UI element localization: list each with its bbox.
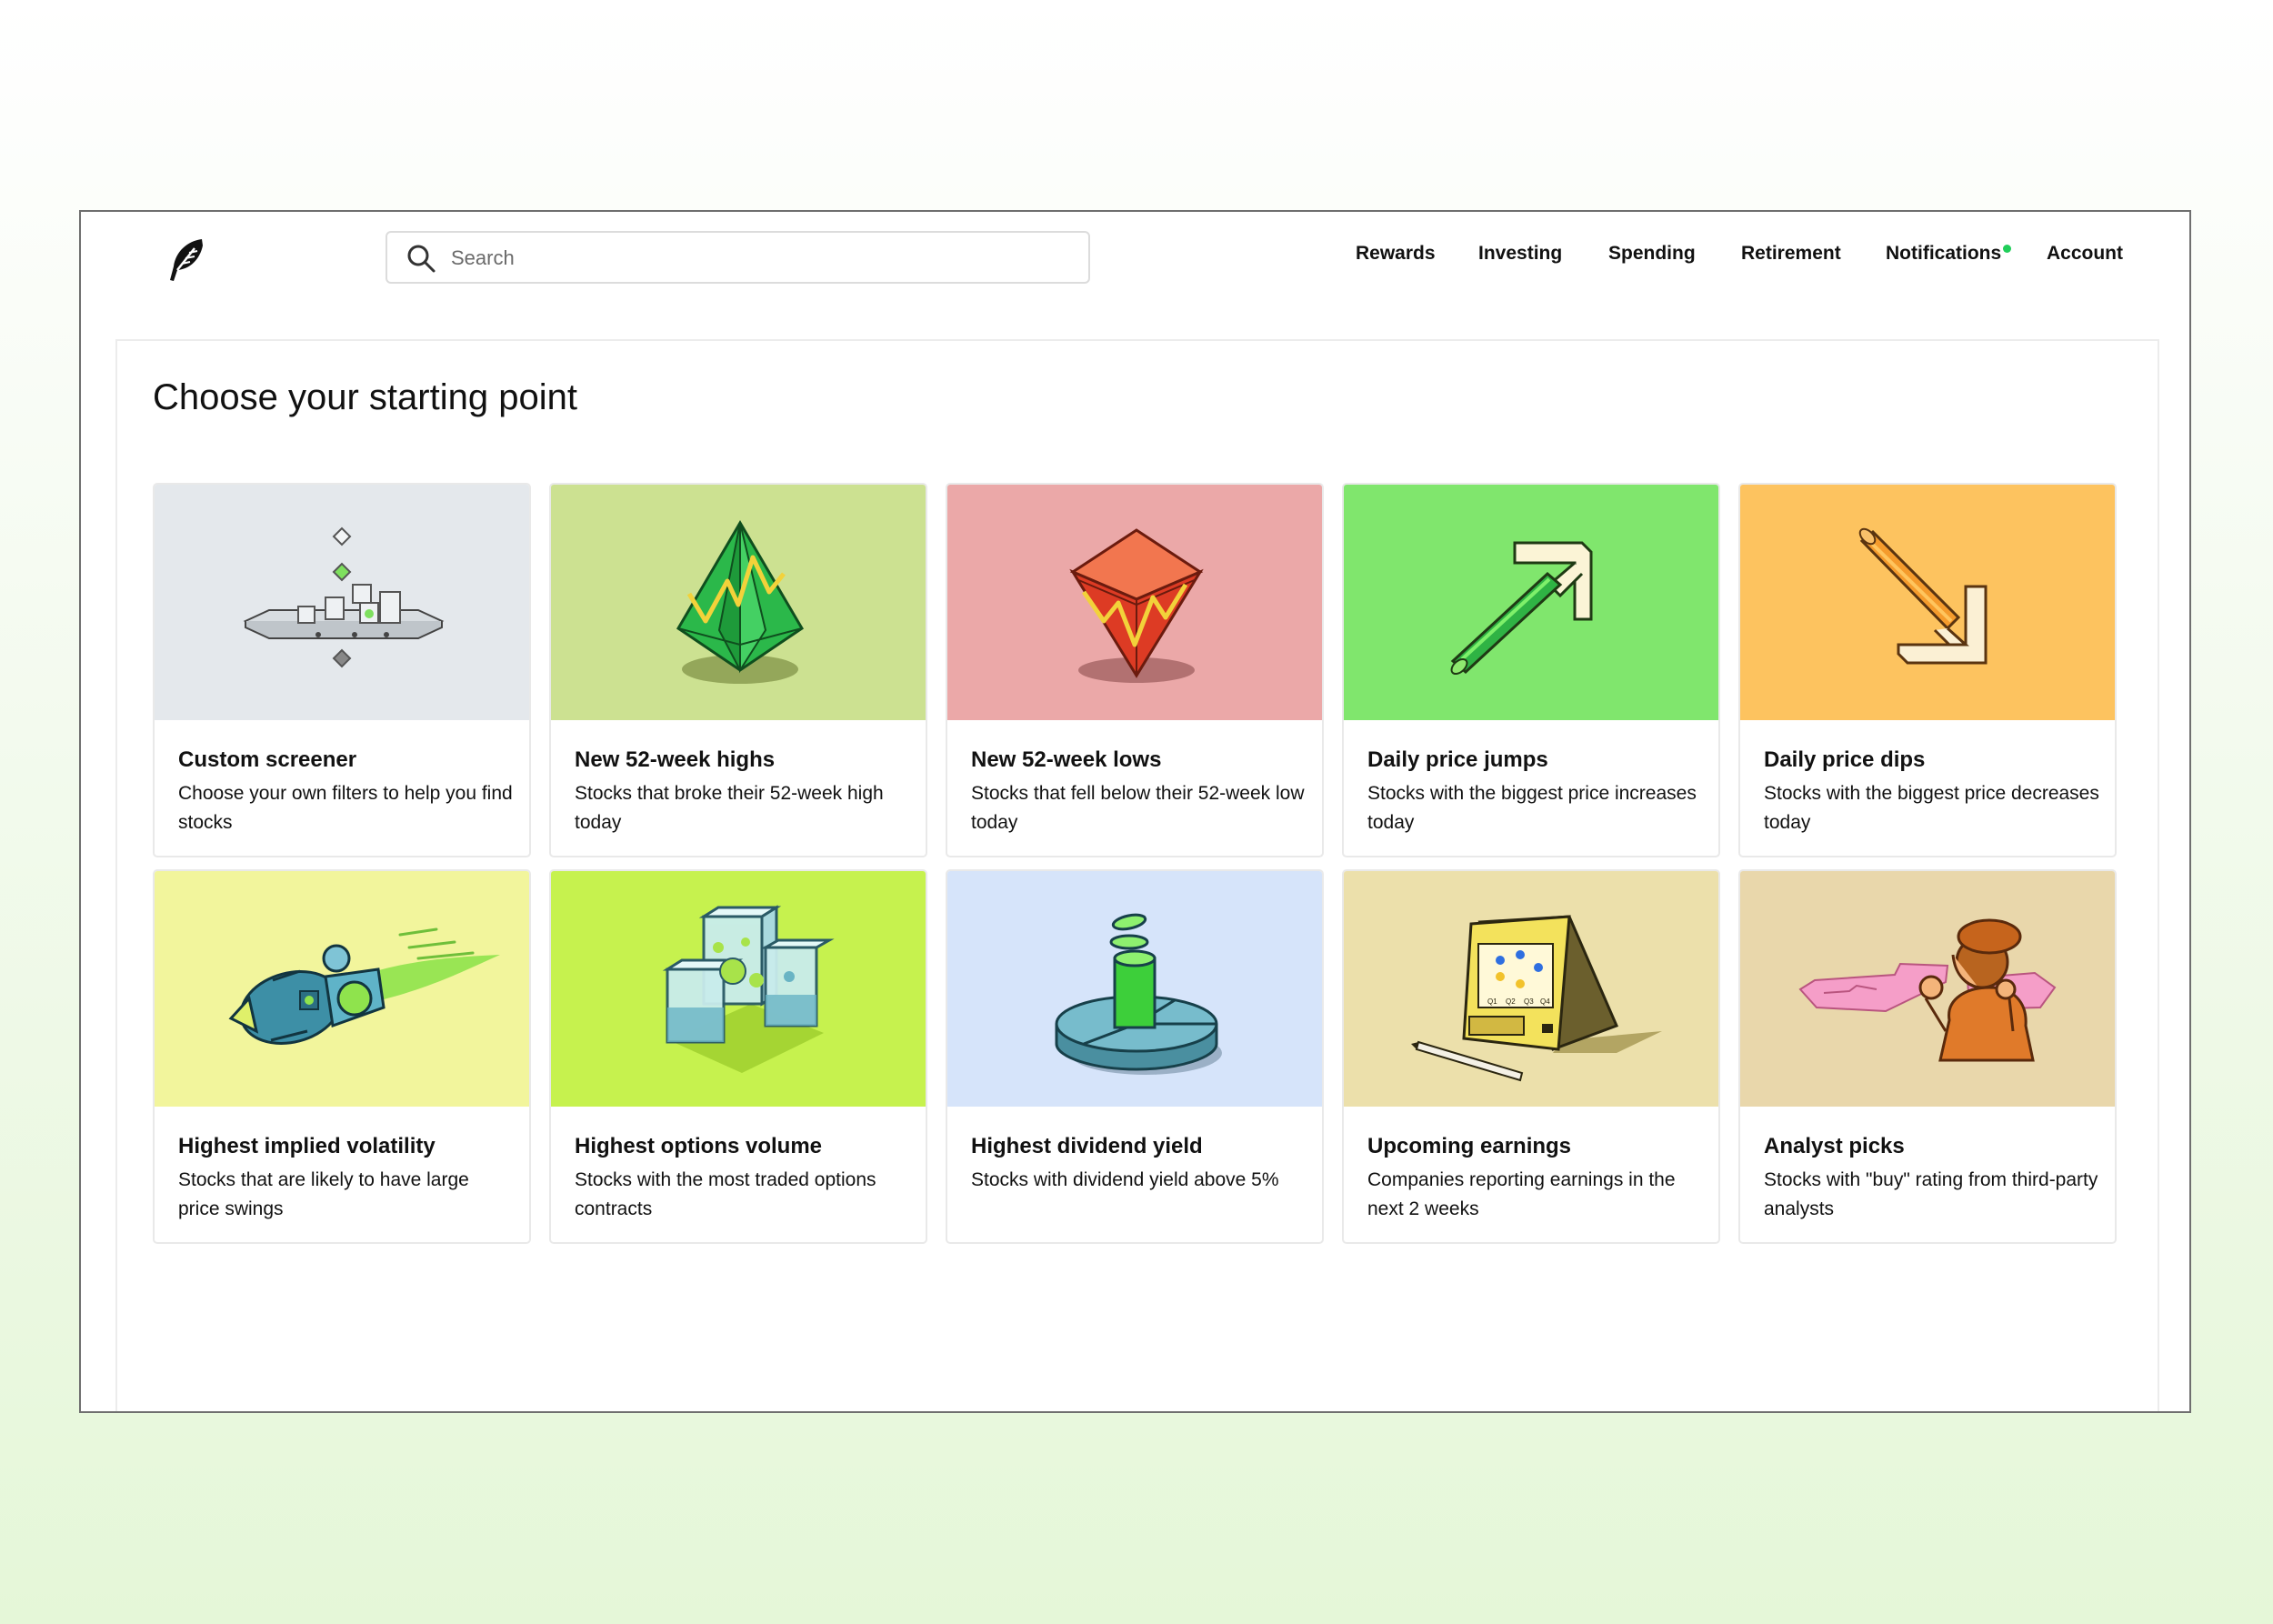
notification-dot [2003, 245, 2012, 253]
card-dividend-yield[interactable]: Highest dividend yield Stocks with divid… [946, 869, 1324, 1244]
nav-account[interactable]: Account [2047, 243, 2123, 265]
arrow-up-right-icon [1344, 485, 1718, 720]
card-illustration [1344, 485, 1718, 720]
card-daily-price-jumps[interactable]: Daily price jumps Stocks with the bigges… [1342, 483, 1720, 857]
card-illustration [155, 485, 529, 720]
earnings-q4: Q4 [1540, 997, 1550, 1006]
card-description: Stocks with the most traded options cont… [575, 1169, 876, 1219]
card-daily-price-dips[interactable]: Daily price dips Stocks with the biggest… [1738, 483, 2117, 857]
calendar-chart-icon: Q1 Q2 Q3 Q4 [1344, 871, 1718, 1107]
card-title: Highest dividend yield [971, 1134, 1203, 1158]
card-illustration [1740, 871, 2115, 1107]
arrow-down-right-icon [1740, 485, 2115, 720]
screener-panel: Choose your starting point Custom screen… [115, 339, 2159, 1411]
page-title: Choose your starting point [153, 377, 577, 417]
card-illustration [155, 871, 529, 1107]
card-description: Companies reporting earnings in the next… [1367, 1169, 1676, 1219]
card-description: Stocks with "buy" rating from third-part… [1764, 1169, 2098, 1219]
earnings-q3: Q3 [1524, 997, 1534, 1006]
card-illustration [1740, 485, 2115, 720]
glass-blocks-icon [551, 871, 926, 1107]
earnings-q1: Q1 [1487, 997, 1497, 1006]
card-52-week-lows[interactable]: New 52-week lows Stocks that fell below … [946, 483, 1324, 857]
top-navigation: Rewards Investing Spending Retirement No… [81, 212, 2189, 303]
card-description: Stocks that are likely to have large pri… [178, 1169, 469, 1219]
earnings-q2: Q2 [1506, 997, 1516, 1006]
nav-rewards[interactable]: Rewards [1356, 243, 1436, 265]
card-description: Stocks with the biggest price decreases … [1764, 783, 2099, 833]
card-title: New 52-week lows [971, 747, 1162, 772]
card-52-week-highs[interactable]: New 52-week highs Stocks that broke thei… [549, 483, 927, 857]
card-options-volume[interactable]: Highest options volume Stocks with the m… [549, 869, 927, 1244]
nav-retirement[interactable]: Retirement [1741, 243, 1841, 265]
red-gem-icon [947, 485, 1322, 720]
card-illustration: Q1 Q2 Q3 Q4 [1344, 871, 1718, 1107]
card-title: Upcoming earnings [1367, 1134, 1572, 1158]
screener-tablet-icon [155, 485, 529, 720]
nav-links: Rewards Investing Spending Retirement No… [81, 243, 2189, 274]
green-gem-icon [551, 485, 926, 720]
pie-chart-coins-icon [947, 871, 1322, 1107]
card-custom-screener[interactable]: Custom screener Choose your own filters … [153, 483, 531, 857]
rocket-icon [155, 871, 529, 1107]
card-upcoming-earnings[interactable]: Q1 Q2 Q3 Q4 Upcoming earnings Companies … [1342, 869, 1720, 1244]
card-implied-volatility[interactable]: Highest implied volatility Stocks that a… [153, 869, 531, 1244]
card-description: Stocks with the biggest price increases … [1367, 783, 1697, 833]
card-description: Choose your own filters to help you find… [178, 783, 513, 833]
card-description: Stocks that fell below their 52-week low… [971, 783, 1305, 833]
card-illustration [551, 485, 926, 720]
card-title: Analyst picks [1764, 1134, 1905, 1158]
analyst-person-icon [1740, 871, 2115, 1107]
card-illustration [551, 871, 926, 1107]
card-title: Highest implied volatility [178, 1134, 436, 1158]
card-analyst-picks[interactable]: Analyst picks Stocks with "buy" rating f… [1738, 869, 2117, 1244]
nav-spending[interactable]: Spending [1608, 243, 1696, 265]
card-illustration [947, 485, 1322, 720]
nav-notifications-label: Notifications [1886, 243, 2002, 264]
nav-notifications[interactable]: Notifications [1886, 243, 2012, 265]
browser-window: Rewards Investing Spending Retirement No… [79, 210, 2191, 1413]
nav-investing[interactable]: Investing [1478, 243, 1562, 265]
card-title: Daily price jumps [1367, 747, 1548, 772]
card-title: New 52-week highs [575, 747, 776, 772]
card-title: Highest options volume [575, 1134, 823, 1158]
card-title: Daily price dips [1764, 747, 1926, 772]
card-illustration [947, 871, 1322, 1107]
card-description: Stocks with dividend yield above 5% [971, 1169, 1279, 1190]
card-description: Stocks that broke their 52-week high tod… [575, 783, 884, 833]
card-title: Custom screener [178, 747, 357, 772]
